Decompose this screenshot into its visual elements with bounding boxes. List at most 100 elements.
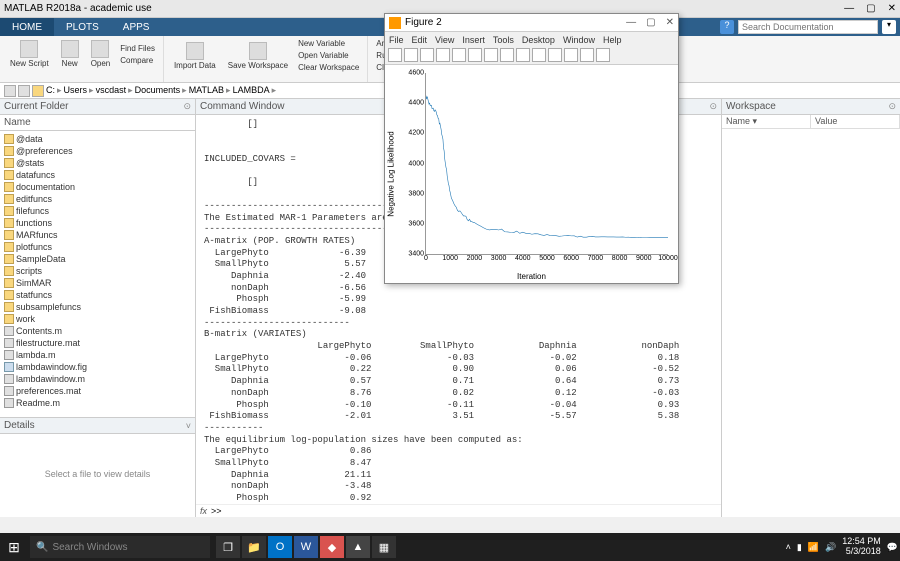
collapse-icon[interactable]: ⊙ xyxy=(888,101,896,112)
new-button[interactable]: New xyxy=(57,38,83,70)
app2-icon[interactable]: ▦ xyxy=(372,536,396,558)
file-item[interactable]: filestructure.mat xyxy=(2,337,193,349)
folder-icon[interactable] xyxy=(32,85,44,97)
file-item[interactable]: preferences.mat xyxy=(2,385,193,397)
file-item[interactable]: work xyxy=(2,313,193,325)
figure-tool-8[interactable] xyxy=(516,48,530,62)
save-workspace-button[interactable]: Save Workspace xyxy=(224,40,292,72)
figure-window[interactable]: Figure 2 — ▢ ✕ File Edit View Insert Tools De… xyxy=(384,13,679,284)
file-list[interactable]: @data@preferences@statsdatafuncsdocument… xyxy=(0,131,195,417)
help-icon[interactable]: ? xyxy=(720,20,734,34)
file-item[interactable]: lambdawindow.m xyxy=(2,373,193,385)
user-icon[interactable]: ▾ xyxy=(882,20,896,34)
taskbar-clock[interactable]: 12:54 PM5/3/2018 xyxy=(842,537,881,557)
command-prompt[interactable]: fx >> xyxy=(196,504,721,517)
file-item[interactable]: editfuncs xyxy=(2,193,193,205)
file-item[interactable]: @preferences xyxy=(2,145,193,157)
figure-menu-file[interactable]: File xyxy=(389,35,404,45)
workspace-value-column[interactable]: Value xyxy=(811,115,900,128)
back-icon[interactable] xyxy=(4,85,16,97)
figure-menu-tools[interactable]: Tools xyxy=(493,35,514,45)
compare-button[interactable]: Compare xyxy=(118,55,157,66)
tab-home[interactable]: HOME xyxy=(0,18,54,36)
figure-tool-5[interactable] xyxy=(468,48,482,62)
figure-tool-6[interactable] xyxy=(484,48,498,62)
figure-tool-2[interactable] xyxy=(420,48,434,62)
file-item[interactable]: Readme.m xyxy=(2,397,193,409)
minimize-button[interactable]: — xyxy=(844,3,854,14)
outlook-icon[interactable]: O xyxy=(268,536,292,558)
file-item[interactable]: plotfuncs xyxy=(2,241,193,253)
breadcrumb-segment[interactable]: LAMBDA xyxy=(233,85,270,95)
tray-battery-icon[interactable]: ▮ xyxy=(797,542,802,553)
file-item[interactable]: datafuncs xyxy=(2,169,193,181)
forward-icon[interactable] xyxy=(18,85,30,97)
figure-tool-13[interactable] xyxy=(596,48,610,62)
figure-tool-11[interactable] xyxy=(564,48,578,62)
breadcrumb-segment[interactable]: Documents xyxy=(135,85,181,95)
task-view-icon[interactable]: ❐ xyxy=(216,536,240,558)
figure-tool-4[interactable] xyxy=(452,48,466,62)
figure-tool-1[interactable] xyxy=(404,48,418,62)
clear-workspace-button[interactable]: Clear Workspace xyxy=(296,62,361,73)
file-item[interactable]: scripts xyxy=(2,265,193,277)
file-item[interactable]: lambdawindow.fig xyxy=(2,361,193,373)
open-button[interactable]: Open xyxy=(87,38,115,70)
file-item[interactable]: lambda.m xyxy=(2,349,193,361)
tray-network-icon[interactable]: 📶 xyxy=(808,542,819,553)
figure-menu-edit[interactable]: Edit xyxy=(412,35,428,45)
figure-tool-10[interactable] xyxy=(548,48,562,62)
figure-tool-9[interactable] xyxy=(532,48,546,62)
figure-menu-help[interactable]: Help xyxy=(603,35,622,45)
figure-menu-view[interactable]: View xyxy=(435,35,454,45)
new-variable-button[interactable]: New Variable xyxy=(296,38,361,49)
figure-menu-window[interactable]: Window xyxy=(563,35,595,45)
file-item[interactable]: @data xyxy=(2,133,193,145)
file-item[interactable]: subsamplefuncs xyxy=(2,301,193,313)
figure-tool-7[interactable] xyxy=(500,48,514,62)
file-item[interactable]: Contents.m xyxy=(2,325,193,337)
file-item[interactable]: @stats xyxy=(2,157,193,169)
details-header[interactable]: Details˅ xyxy=(0,418,195,434)
file-explorer-icon[interactable]: 📁 xyxy=(242,536,266,558)
notifications-icon[interactable]: 💬 xyxy=(887,542,898,553)
figure-tool-0[interactable] xyxy=(388,48,402,62)
figure-maximize-button[interactable]: ▢ xyxy=(646,17,655,28)
file-item[interactable]: documentation xyxy=(2,181,193,193)
file-item[interactable]: functions xyxy=(2,217,193,229)
matlab-icon[interactable]: ▲ xyxy=(346,536,370,558)
figure-menu-desktop[interactable]: Desktop xyxy=(522,35,555,45)
file-item[interactable]: MARfuncs xyxy=(2,229,193,241)
figure-titlebar[interactable]: Figure 2 — ▢ ✕ xyxy=(385,14,678,32)
tray-volume-icon[interactable]: 🔊 xyxy=(825,542,836,553)
figure-close-button[interactable]: ✕ xyxy=(666,17,674,28)
breadcrumb-segment[interactable]: Users xyxy=(64,85,88,95)
tab-apps[interactable]: APPS xyxy=(111,18,162,36)
import-data-button[interactable]: Import Data xyxy=(170,40,220,72)
workspace-name-column[interactable]: Name ▾ xyxy=(722,115,811,128)
word-icon[interactable]: W xyxy=(294,536,318,558)
maximize-button[interactable]: ▢ xyxy=(866,3,875,14)
figure-minimize-button[interactable]: — xyxy=(626,17,636,28)
name-column-header[interactable]: Name xyxy=(0,115,195,131)
windows-search-input[interactable]: 🔍 Search Windows xyxy=(30,536,210,558)
file-item[interactable]: SampleData xyxy=(2,253,193,265)
find-files-button[interactable]: Find Files xyxy=(118,43,157,54)
file-item[interactable]: statfuncs xyxy=(2,289,193,301)
breadcrumb-segment[interactable]: MATLAB xyxy=(189,85,224,95)
open-variable-button[interactable]: Open Variable xyxy=(296,50,361,61)
search-documentation-input[interactable] xyxy=(738,20,878,34)
tab-plots[interactable]: PLOTS xyxy=(54,18,111,36)
breadcrumb-segment[interactable]: vscdast xyxy=(96,85,127,95)
breadcrumb-segment[interactable]: C: xyxy=(46,85,55,95)
figure-menu-insert[interactable]: Insert xyxy=(462,35,485,45)
file-item[interactable]: SimMAR xyxy=(2,277,193,289)
figure-tool-12[interactable] xyxy=(580,48,594,62)
figure-tool-3[interactable] xyxy=(436,48,450,62)
file-item[interactable]: filefuncs xyxy=(2,205,193,217)
app-icon[interactable]: ◆ xyxy=(320,536,344,558)
collapse-icon[interactable]: ⊙ xyxy=(183,101,191,112)
fx-icon[interactable]: fx xyxy=(200,506,207,516)
figure-canvas[interactable]: Negative Log Likelihood Iteration 460044… xyxy=(385,65,678,283)
close-button[interactable]: ✕ xyxy=(888,3,896,14)
